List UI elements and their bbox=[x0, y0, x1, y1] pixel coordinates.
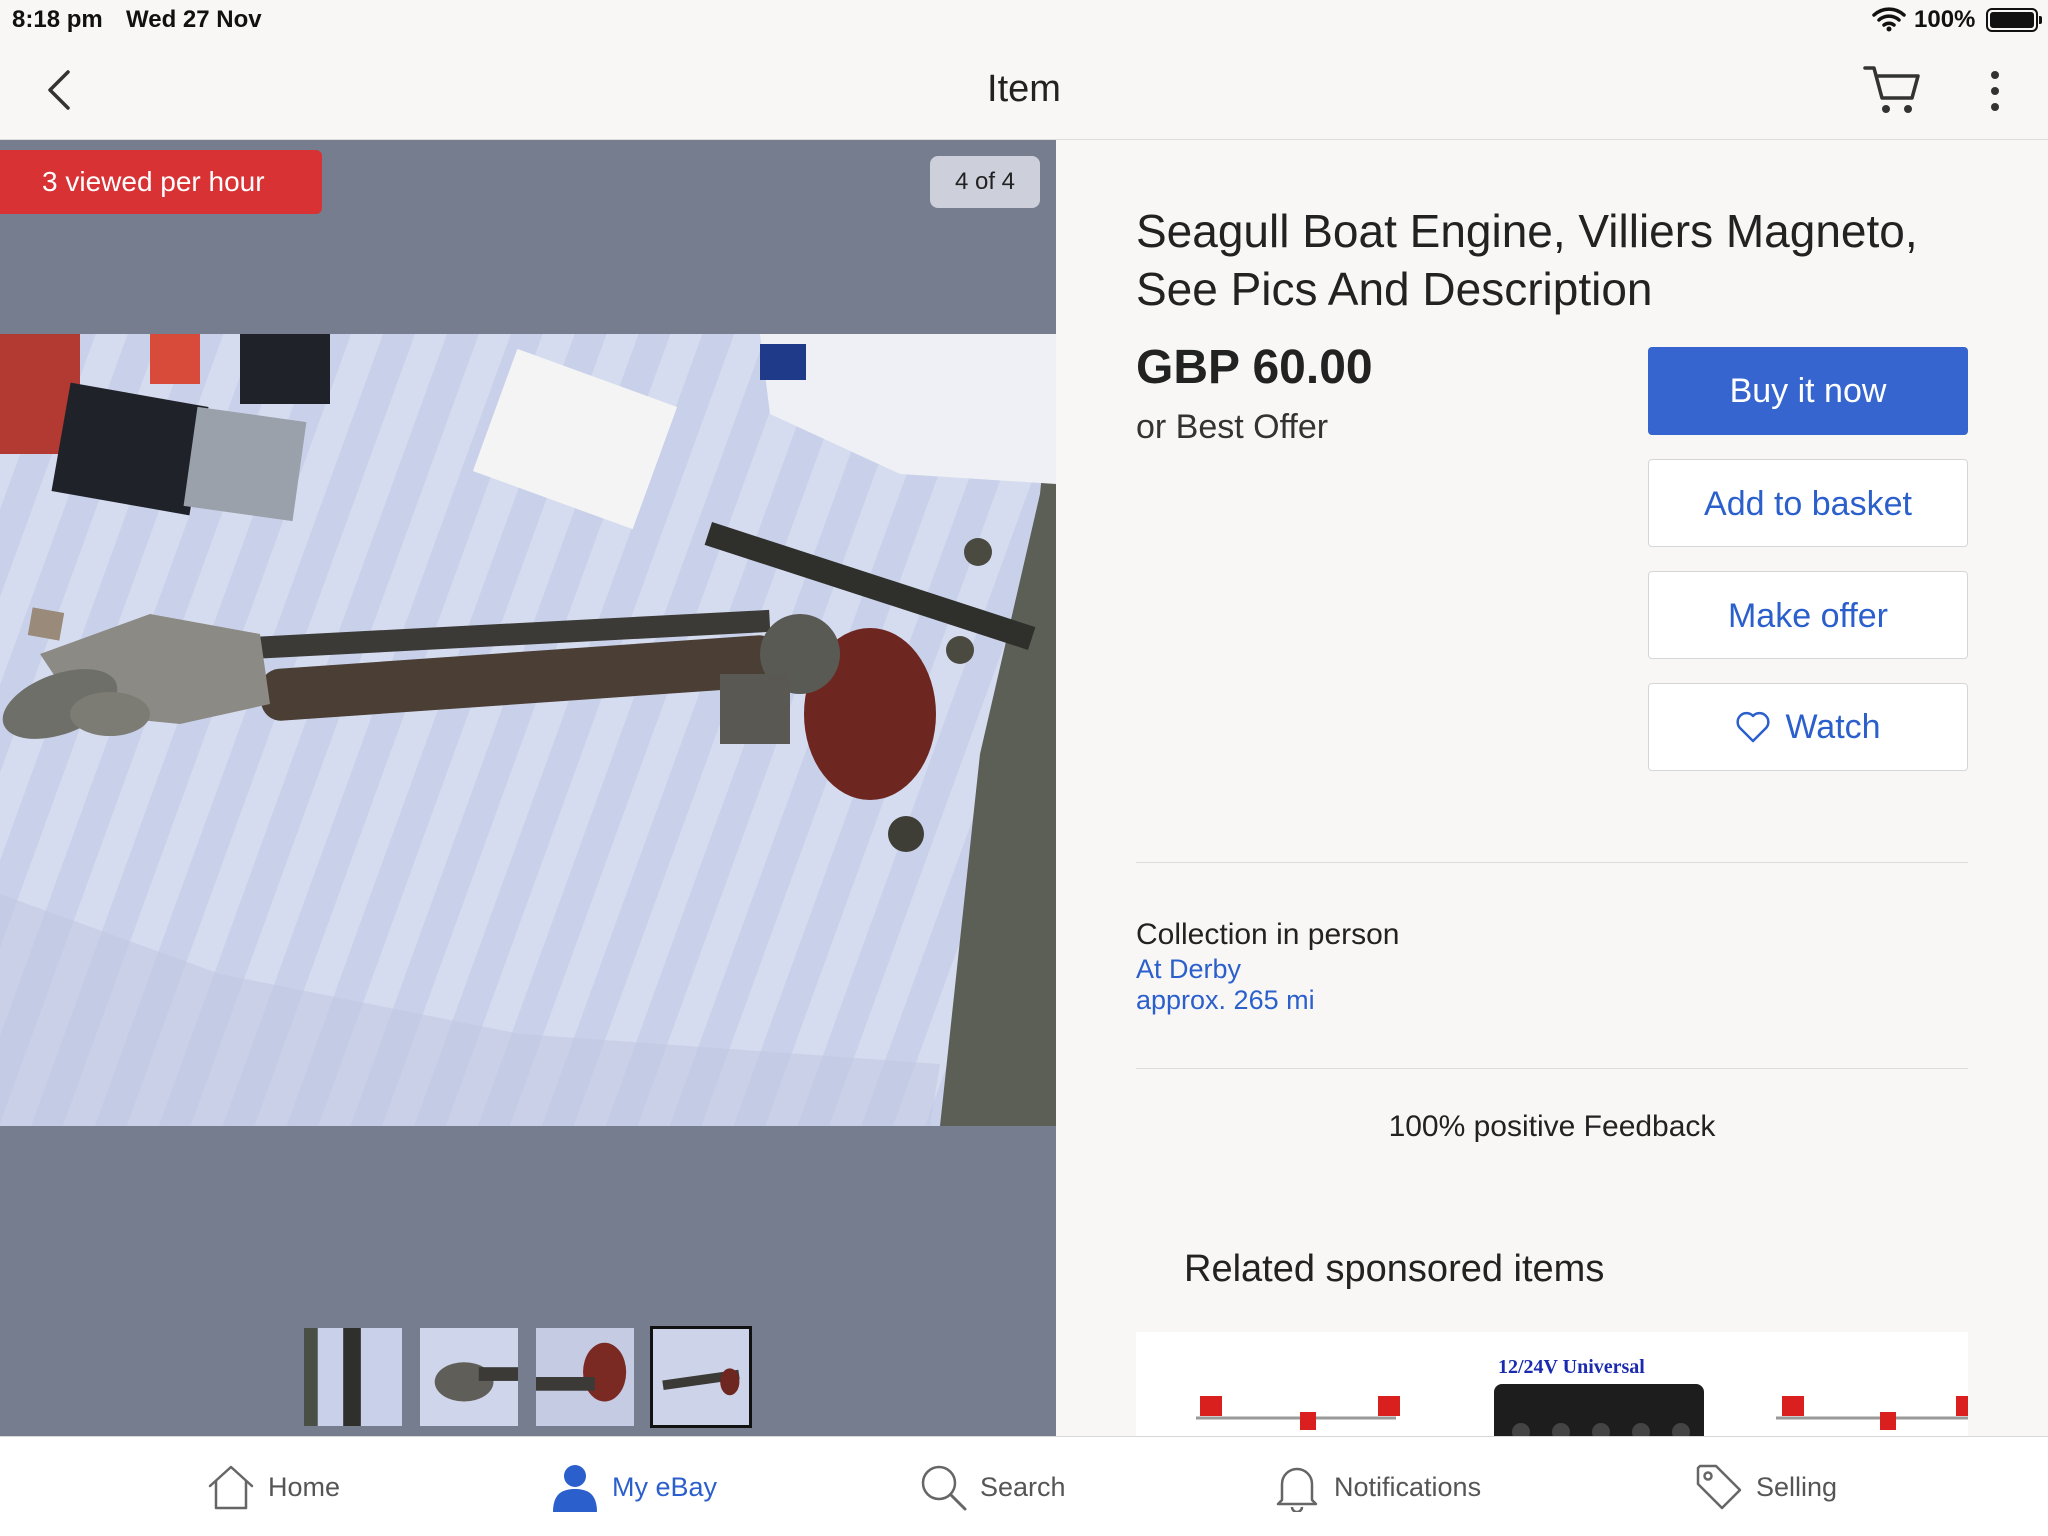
page-title: Item bbox=[987, 68, 1061, 110]
image-gallery[interactable]: 3 viewed per hour 4 of 4 bbox=[0, 140, 1056, 1436]
tab-bar: Home My eBay Search Notifications Sellin… bbox=[0, 1436, 2048, 1536]
collection-distance-link[interactable]: approx. 265 mi bbox=[1136, 985, 1315, 1016]
tab-selling[interactable]: Selling bbox=[1694, 1437, 1837, 1536]
thumbnail-3[interactable] bbox=[534, 1326, 636, 1428]
item-title: Seagull Boat Engine, Villiers Magneto, S… bbox=[1136, 205, 1918, 315]
make-offer-button[interactable]: Make offer bbox=[1648, 571, 1968, 659]
battery-icon bbox=[1986, 8, 2042, 32]
collection-location-link[interactable]: At Derby bbox=[1136, 954, 1241, 985]
wifi-icon bbox=[1872, 7, 1906, 32]
user-icon bbox=[553, 1465, 597, 1512]
home-icon bbox=[208, 1465, 254, 1510]
add-to-basket-button[interactable]: Add to basket bbox=[1648, 459, 1968, 547]
tab-label: Home bbox=[268, 1471, 341, 1502]
item-price: GBP 60.00 bbox=[1136, 341, 1373, 394]
tab-label: Search bbox=[980, 1471, 1066, 1502]
divider bbox=[1136, 862, 1968, 863]
heart-icon bbox=[1736, 711, 1771, 743]
status-date: Wed 27 Nov bbox=[126, 6, 262, 33]
status-bar: 8:18 pm Wed 27 Nov 100% bbox=[0, 0, 2048, 40]
more-vertical-icon[interactable] bbox=[1980, 68, 2010, 114]
views-badge: 3 viewed per hour bbox=[0, 150, 322, 214]
nav-bar: Item bbox=[0, 40, 2048, 140]
related-items-carousel[interactable]: 12/24V Universal bbox=[1136, 1332, 1968, 1436]
tab-search[interactable]: Search bbox=[918, 1437, 1066, 1536]
tab-notifications[interactable]: Notifications bbox=[1272, 1437, 1481, 1536]
bell-icon bbox=[1276, 1467, 1318, 1512]
tab-label: My eBay bbox=[612, 1471, 718, 1502]
watch-label: Watch bbox=[1785, 708, 1881, 746]
best-offer-text: or Best Offer bbox=[1136, 408, 1329, 446]
divider bbox=[1136, 1068, 1968, 1069]
related-items-title: Related sponsored items bbox=[1184, 1248, 1605, 1290]
battery-percent: 100% bbox=[1914, 6, 1976, 33]
seller-feedback[interactable]: 100% positive Feedback bbox=[1136, 1110, 1968, 1144]
buy-now-button[interactable]: Buy it now bbox=[1648, 347, 1968, 435]
thumbnail-2[interactable] bbox=[418, 1326, 520, 1428]
tab-label: Selling bbox=[1756, 1471, 1838, 1502]
related-item-label: 12/24V Universal bbox=[1498, 1356, 1645, 1378]
image-counter: 4 of 4 bbox=[930, 156, 1040, 208]
collection-title: Collection in person bbox=[1136, 918, 1400, 951]
cart-icon[interactable] bbox=[1862, 62, 1922, 118]
status-time: 8:18 pm bbox=[12, 6, 103, 33]
tab-my-ebay[interactable]: My eBay bbox=[550, 1437, 717, 1536]
item-photo[interactable] bbox=[0, 334, 1056, 1126]
tab-label: Notifications bbox=[1334, 1471, 1482, 1502]
search-icon bbox=[921, 1465, 967, 1511]
thumbnail-strip bbox=[302, 1326, 752, 1428]
tag-icon bbox=[1696, 1464, 1742, 1510]
thumbnail-1[interactable] bbox=[302, 1326, 404, 1428]
tab-home[interactable]: Home bbox=[206, 1437, 340, 1536]
watch-button[interactable]: Watch bbox=[1648, 683, 1968, 771]
related-item-image[interactable] bbox=[1136, 1332, 1968, 1436]
thumbnail-4[interactable] bbox=[650, 1326, 752, 1428]
item-details: Seagull Boat Engine, Villiers Magneto, S… bbox=[1056, 140, 2048, 1436]
